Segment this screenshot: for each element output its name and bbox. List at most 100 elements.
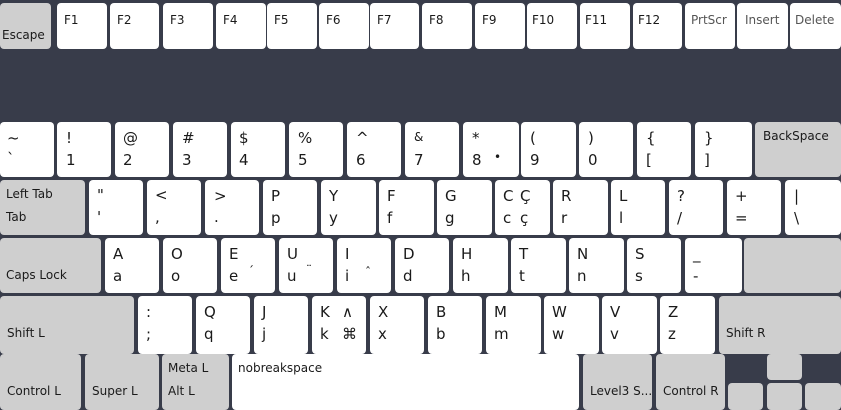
key-f11[interactable]: F11 <box>580 3 630 49</box>
key-apostrophe[interactable]: " ' <box>89 180 143 235</box>
key-arrow-left[interactable] <box>728 383 763 410</box>
key-c-label: Ç <box>520 187 531 205</box>
key-8[interactable]: * 8 • <box>463 122 519 177</box>
key-equal[interactable]: + = <box>727 180 781 235</box>
key-q-label: Q <box>204 303 216 321</box>
key-f8[interactable]: F8 <box>422 3 472 49</box>
key-f12[interactable]: F12 <box>633 3 682 49</box>
key-z[interactable]: Zz <box>660 296 715 354</box>
key-f5[interactable]: F5 <box>267 3 317 49</box>
key-r-label: R <box>561 187 572 205</box>
key-control-right[interactable]: Control R <box>656 354 725 410</box>
key-f9[interactable]: F9 <box>475 3 525 49</box>
key-r[interactable]: Rr <box>553 180 608 235</box>
key-o[interactable]: Oo <box>163 238 217 293</box>
key-v-label: V <box>610 303 621 321</box>
key-w-label: W <box>552 303 567 321</box>
key-minus-label: - <box>693 267 699 285</box>
key-s-label: S <box>635 245 645 263</box>
key-alt-left[interactable]: Meta L Alt L <box>162 354 229 410</box>
key-6[interactable]: ^ 6 <box>347 122 401 177</box>
key-7[interactable]: & 7 <box>405 122 459 177</box>
key-bracketright[interactable]: }] <box>695 122 752 177</box>
key-f2[interactable]: F2 <box>110 3 159 49</box>
key-s[interactable]: Ss <box>627 238 681 293</box>
key-f1[interactable]: F1 <box>57 3 107 49</box>
key-return[interactable] <box>744 238 841 293</box>
key-v[interactable]: Vv <box>602 296 657 354</box>
key-arrow-up[interactable] <box>767 354 802 380</box>
key-u-label: u <box>287 267 297 285</box>
key-arrow-down[interactable] <box>767 383 802 410</box>
key-f3[interactable]: F3 <box>163 3 213 49</box>
key-u[interactable]: Uu ¨ <box>279 238 333 293</box>
key-period[interactable]: >. <box>205 180 259 235</box>
key-h[interactable]: Hh <box>453 238 508 293</box>
key-g[interactable]: Gg <box>437 180 492 235</box>
key-escape[interactable]: Escape <box>0 3 51 49</box>
keyboard-layout: Escape F1 F2 F3 F4 F5 F6 F7 F8 F9 F10 F11 F12 PrtScr I… <box>0 0 841 410</box>
key-l-label: l <box>619 209 624 227</box>
key-0[interactable]: ) 0 <box>579 122 633 177</box>
key-n[interactable]: Nn <box>569 238 624 293</box>
key-insert[interactable]: Insert <box>737 3 788 49</box>
key-p[interactable]: Pp <box>263 180 317 235</box>
key-m[interactable]: Mm <box>486 296 541 354</box>
key-semicolon-label: ; <box>146 325 152 343</box>
key-prtscr[interactable]: PrtScr <box>685 3 735 49</box>
key-f7[interactable]: F7 <box>370 3 419 49</box>
key-f10[interactable]: F10 <box>527 3 577 49</box>
key-tab[interactable]: Left Tab Tab <box>0 180 85 235</box>
key-f12-label: F12 <box>638 13 661 27</box>
key-f2-label: F2 <box>117 13 132 27</box>
key-f[interactable]: Ff <box>379 180 434 235</box>
key-shift-right[interactable]: Shift R <box>719 296 841 354</box>
key-e[interactable]: Ee ´ <box>221 238 275 293</box>
key-semicolon[interactable]: :; <box>138 296 192 354</box>
key-slash[interactable]: ? / <box>669 180 723 235</box>
key-apostrophe-label: " <box>97 186 104 204</box>
key-4[interactable]: $4 <box>231 122 285 177</box>
key-k[interactable]: Kk ∧ ⌘ <box>312 296 366 354</box>
key-5[interactable]: % 5 <box>289 122 343 177</box>
key-minus[interactable]: _ - <box>685 238 742 293</box>
key-j[interactable]: Jj <box>254 296 308 354</box>
key-level3-shift-label: Level3 S... <box>590 384 652 398</box>
key-u-label: ¨ <box>306 263 312 277</box>
key-control-left[interactable]: Control L <box>0 354 81 410</box>
key-w[interactable]: Ww <box>544 296 599 354</box>
key-a[interactable]: Aa <box>105 238 159 293</box>
key-capslock[interactable]: Caps Lock <box>0 238 101 293</box>
key-q[interactable]: Qq <box>196 296 250 354</box>
key-grave[interactable]: ~ ` <box>0 122 54 177</box>
key-space[interactable]: nobreakspace <box>232 354 579 410</box>
key-n-label: N <box>577 245 589 263</box>
key-backspace[interactable]: BackSpace <box>755 122 841 177</box>
key-f6[interactable]: F6 <box>319 3 369 49</box>
key-j-label: J <box>262 303 267 321</box>
key-b[interactable]: Bb <box>428 296 482 354</box>
key-4-label: $ <box>239 129 249 147</box>
key-bracketleft[interactable]: {[ <box>637 122 691 177</box>
key-shift-left[interactable]: Shift L <box>0 296 134 354</box>
key-arrow-right[interactable] <box>805 383 841 410</box>
key-super-left[interactable]: Super L <box>85 354 159 410</box>
key-t[interactable]: Tt <box>511 238 566 293</box>
key-i[interactable]: Ii ˆ <box>337 238 391 293</box>
key-comma-label: , <box>155 208 160 226</box>
key-c[interactable]: CcÇç <box>495 180 550 235</box>
key-2[interactable]: @2 <box>115 122 169 177</box>
key-comma[interactable]: <, <box>147 180 201 235</box>
key-d[interactable]: Dd <box>395 238 449 293</box>
key-3[interactable]: #3 <box>173 122 227 177</box>
key-period-label: . <box>214 208 219 226</box>
key-9[interactable]: (9 <box>521 122 576 177</box>
key-backslash[interactable]: | \ <box>785 180 841 235</box>
key-l[interactable]: Ll <box>611 180 665 235</box>
key-1[interactable]: ! 1 <box>57 122 111 177</box>
key-level3-shift[interactable]: Level3 S... <box>583 354 652 410</box>
key-x[interactable]: Xx <box>370 296 424 354</box>
key-f4[interactable]: F4 <box>216 3 266 49</box>
key-delete[interactable]: Delete <box>790 3 841 49</box>
key-y[interactable]: Yy <box>321 180 376 235</box>
